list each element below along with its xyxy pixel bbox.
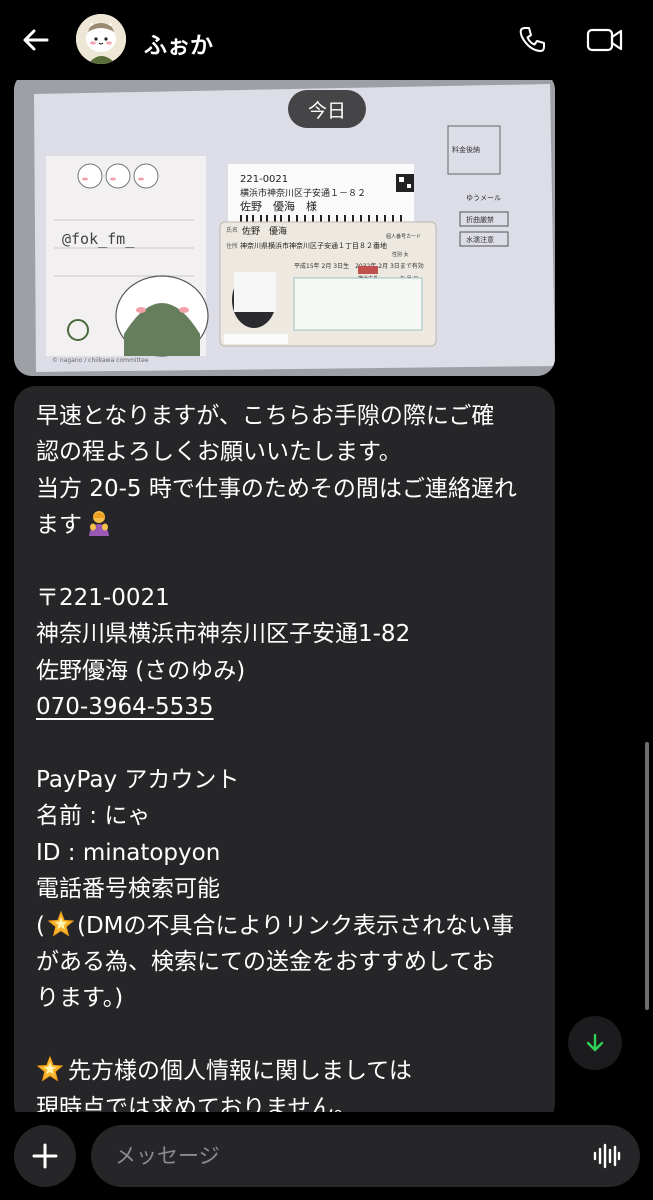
envelope-photo: @fok_fm_ © nagano / chiikawa committee 2… <box>14 72 555 376</box>
plus-icon <box>32 1143 58 1169</box>
image-message[interactable]: @fok_fm_ © nagano / chiikawa committee 2… <box>14 72 555 376</box>
back-button[interactable] <box>18 22 54 58</box>
arrow-left-icon <box>23 29 49 51</box>
date-separator: 今日 <box>288 90 366 128</box>
message-line: ります。) <box>36 985 124 1012</box>
message-line: 名前 : にゃ <box>36 803 151 830</box>
voice-call-button[interactable] <box>512 22 552 58</box>
stamp-yumail: ゆうメール <box>466 194 501 202</box>
text-message-bubble[interactable]: 早速となりますが、こちらお手隙の際にご確 認の程よろしくお願いいたします。 当方… <box>14 386 555 1126</box>
envelope-postal-code: 221-0021 <box>240 174 288 185</box>
phone-icon <box>519 27 545 52</box>
card-address: 神奈川県横浜市神奈川区子安通１丁目８２番地 <box>240 241 387 250</box>
message-line-with-emoji: 先方様の個人情報に関しましては <box>36 1053 533 1089</box>
voice-message-button[interactable] <box>588 1138 624 1174</box>
video-camera-icon <box>586 28 623 52</box>
envelope-recipient: 佐野 優海 様 <box>240 199 317 213</box>
add-attachment-button[interactable] <box>14 1125 76 1187</box>
message-line: ID : minatopyon <box>36 839 221 866</box>
glowing-star-emoji <box>47 910 75 937</box>
envelope-handle: @fok_fm_ <box>62 230 135 248</box>
copyright-text: © nagano / chiikawa committee <box>52 357 149 364</box>
card-name: 佐野 優海 <box>242 225 287 237</box>
chiikawa-avatar-icon <box>76 14 126 64</box>
message-line: PayPay アカウント <box>36 767 240 794</box>
scroll-to-bottom-button[interactable] <box>568 1016 622 1070</box>
stamp-postage: 料金後納 <box>452 145 480 154</box>
avatar[interactable] <box>76 14 126 64</box>
message-line: 認の程よろしくお願いいたします。 <box>36 439 402 466</box>
message-line-with-emoji: ( (DMの不具合によりリンク表示されない事 <box>36 908 533 944</box>
scrollbar[interactable] <box>645 742 649 1010</box>
bowing-person-emoji <box>89 511 109 537</box>
card-address-label: 住所 <box>226 242 238 250</box>
message-line: 神奈川県横浜市神奈川区子安通1-82 <box>36 621 411 648</box>
chat-header: ふぉか <box>0 0 653 80</box>
phone-number-link[interactable]: 070-3964-5535 <box>36 694 214 720</box>
card-side-label: 個人番号カード <box>386 233 421 240</box>
label-keep-dry: 水濡注意 <box>466 235 494 244</box>
message-composer[interactable] <box>91 1125 640 1187</box>
character-sticker-row <box>77 163 159 189</box>
message-line: 早速となりますが、こちらお手隙の際にご確 <box>36 403 495 429</box>
message-input[interactable] <box>115 1125 555 1187</box>
message-line-with-emoji: ます <box>36 507 533 543</box>
card-name-label: 氏名 <box>226 226 238 234</box>
arrow-down-icon <box>586 1033 604 1052</box>
envelope-address: 横浜市神奈川区子安通１－８２ <box>240 187 366 199</box>
video-call-button[interactable] <box>582 22 628 58</box>
message-line: 当方 20-5 時で仕事のためその間はご連絡遅れ <box>36 475 517 502</box>
contact-name[interactable]: ふぉか <box>144 26 213 60</box>
voice-waveform-icon <box>593 1143 621 1169</box>
composer-bar <box>0 1112 653 1200</box>
label-do-not-bend: 折曲厳禁 <box>466 215 494 224</box>
message-line: 電話番号検索可能 <box>36 876 220 903</box>
message-line: 佐野優海 (さのゆみ) <box>36 657 246 684</box>
glowing-star-emoji <box>36 1055 64 1082</box>
message-line: がある為、検索にての送金をおすすめしてお <box>36 949 495 976</box>
card-sex: 性別 女 <box>392 251 409 258</box>
message-text: 早速となりますが、こちらお手隙の際にご確 認の程よろしくお願いいたします。 当方… <box>36 398 533 1126</box>
message-line: 〒221-0021 <box>36 585 170 612</box>
